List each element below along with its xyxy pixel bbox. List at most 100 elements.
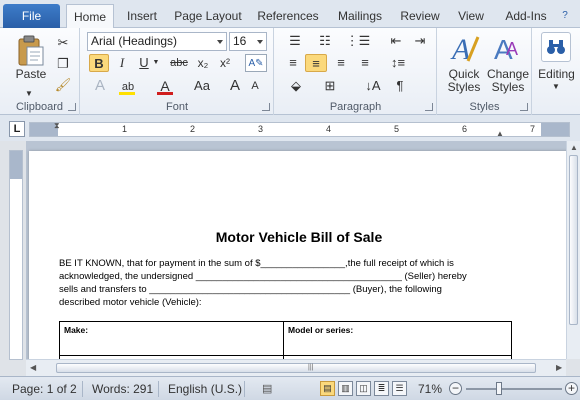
language-status[interactable]: English (U.S.): [168, 381, 242, 397]
quick-styles-icon[interactable]: A: [446, 30, 482, 66]
tab-addins[interactable]: Add-Ins: [500, 4, 552, 28]
show-formatting-button[interactable]: ¶: [391, 77, 409, 95]
decrease-indent-icon[interactable]: ⇤: [387, 32, 405, 50]
cut-icon[interactable]: ✂: [54, 34, 72, 52]
horizontal-ruler[interactable]: 1 2 3 4 5 6 7 ⧗ ▲: [29, 121, 570, 138]
editing-dropdown-icon[interactable]: ▼: [551, 78, 561, 96]
scroll-up-icon[interactable]: ▲: [570, 143, 578, 152]
paste-label[interactable]: Paste: [10, 68, 52, 81]
tab-review[interactable]: Review: [398, 4, 442, 28]
vertical-scrollbar[interactable]: ▲: [566, 141, 580, 359]
ruler-bar: L 1 2 3 4 5 6 7 ⧗ ▲: [0, 115, 580, 141]
styles-launcher-icon[interactable]: [520, 103, 528, 111]
multilevel-list-icon[interactable]: ⋮☰: [345, 32, 371, 50]
paragraph-group-label: Paragraph: [329, 101, 382, 113]
tab-mailings[interactable]: Mailings: [334, 4, 386, 28]
paragraph-line: sells and transfers to _________________…: [59, 284, 442, 295]
highlight-icon[interactable]: ab: [117, 77, 139, 95]
tab-file[interactable]: File: [3, 4, 60, 28]
align-center-icon[interactable]: ≡: [305, 54, 327, 72]
tab-references[interactable]: References: [256, 4, 320, 28]
scroll-left-icon[interactable]: ◀: [30, 363, 36, 372]
clipboard-group: Paste ▼ ✂ ❐ 🖌 Clipboard: [0, 28, 80, 115]
font-color-icon[interactable]: A: [155, 77, 175, 95]
superscript-button[interactable]: x²: [215, 54, 235, 72]
line-spacing-icon[interactable]: ↕≡: [385, 54, 411, 72]
text-effects-icon[interactable]: A: [89, 77, 111, 95]
tab-view[interactable]: View: [454, 4, 488, 28]
clipboard-launcher-icon[interactable]: [68, 103, 76, 111]
numbering-icon[interactable]: ☷: [313, 32, 337, 50]
sort-icon[interactable]: ↓A: [363, 77, 383, 95]
right-margin-area: [541, 123, 569, 136]
horizontal-scroll-thumb[interactable]: [56, 363, 536, 373]
borders-icon[interactable]: ⊞: [317, 77, 343, 95]
right-indent-marker-icon[interactable]: ▲: [496, 129, 504, 138]
format-painter-icon[interactable]: 🖌: [54, 76, 72, 94]
change-case-button[interactable]: Aa: [189, 77, 215, 95]
tab-insert[interactable]: Insert: [124, 4, 160, 28]
table-cell[interactable]: Make:: [59, 321, 284, 356]
shrink-font-button[interactable]: A: [247, 77, 263, 95]
change-styles-icon[interactable]: A A: [490, 30, 526, 66]
word-count[interactable]: Words: 291: [92, 381, 153, 397]
ribbon-tabs: File Home Insert Page Layout References …: [0, 0, 580, 29]
underline-dropdown-icon[interactable]: ▼: [152, 54, 160, 72]
ruler-number: 5: [394, 124, 400, 134]
copy-icon[interactable]: ❐: [54, 55, 72, 73]
italic-button[interactable]: I: [113, 54, 131, 72]
ruler-number: 4: [326, 124, 332, 134]
font-size-select[interactable]: 16: [229, 32, 267, 51]
subscript-button[interactable]: x₂: [193, 54, 213, 72]
print-layout-view-icon[interactable]: ▤: [320, 381, 335, 396]
horizontal-scrollbar[interactable]: ◀ ||| ▶: [26, 359, 566, 376]
font-name-select[interactable]: Arial (Headings): [87, 32, 227, 51]
tab-home[interactable]: Home: [66, 4, 114, 29]
increase-indent-icon[interactable]: ⇥: [411, 32, 429, 50]
bullets-icon[interactable]: ☰: [283, 32, 307, 50]
tab-selector-button[interactable]: L: [9, 121, 25, 137]
zoom-out-button[interactable]: −: [449, 382, 462, 395]
change-styles-label[interactable]: Change Styles: [484, 68, 532, 94]
draft-view-icon[interactable]: ☰: [392, 381, 407, 396]
ruler-number: 3: [258, 124, 264, 134]
ruler-number: 7: [530, 124, 536, 134]
zoom-slider-thumb[interactable]: [496, 382, 502, 395]
zoom-in-button[interactable]: +: [565, 382, 578, 395]
document-area: Motor Vehicle Bill of Sale BE IT KNOWN, …: [26, 141, 580, 359]
grow-font-button[interactable]: A: [227, 77, 243, 95]
vehicle-table: Make: Model or series:: [59, 321, 512, 359]
full-screen-reading-icon[interactable]: ▥: [338, 381, 353, 396]
underline-button[interactable]: U: [135, 54, 153, 72]
zoom-slider[interactable]: [466, 388, 562, 390]
justify-icon[interactable]: ≡: [355, 54, 375, 72]
document-title: Motor Vehicle Bill of Sale: [215, 229, 383, 245]
outline-view-icon[interactable]: ≣: [374, 381, 389, 396]
paste-icon[interactable]: [14, 34, 48, 68]
zoom-level[interactable]: 71%: [418, 381, 442, 397]
scroll-right-icon[interactable]: ▶: [556, 363, 562, 372]
font-launcher-icon[interactable]: [262, 103, 270, 111]
bold-button[interactable]: B: [89, 54, 109, 72]
web-layout-icon[interactable]: ◫: [356, 381, 371, 396]
paragraph-launcher-icon[interactable]: [425, 103, 433, 111]
shading-icon[interactable]: ⬙: [283, 77, 309, 95]
table-cell[interactable]: Model or series:: [283, 321, 512, 356]
document-page[interactable]: Motor Vehicle Bill of Sale BE IT KNOWN, …: [29, 151, 569, 359]
table-row: Make: Model or series:: [59, 321, 512, 356]
binoculars-icon[interactable]: [541, 32, 571, 62]
align-left-icon[interactable]: ≡: [283, 54, 303, 72]
indent-marker-icon[interactable]: ⧗: [54, 121, 60, 131]
help-icon[interactable]: ?: [556, 4, 574, 28]
macro-record-icon[interactable]: ▤: [262, 382, 272, 395]
page-count[interactable]: Page: 1 of 2: [12, 381, 77, 397]
vertical-scroll-thumb[interactable]: [569, 155, 578, 325]
clear-formatting-icon[interactable]: A✎: [245, 54, 267, 72]
quick-styles-label[interactable]: Quick Styles: [440, 68, 488, 94]
paragraph-line: described motor vehicle (Vehicle):: [59, 297, 202, 308]
align-right-icon[interactable]: ≡: [331, 54, 351, 72]
strikethrough-button[interactable]: abc: [167, 54, 191, 72]
ruler-number: 2: [190, 124, 196, 134]
vertical-ruler[interactable]: [9, 150, 23, 360]
tab-page-layout[interactable]: Page Layout: [172, 4, 244, 28]
